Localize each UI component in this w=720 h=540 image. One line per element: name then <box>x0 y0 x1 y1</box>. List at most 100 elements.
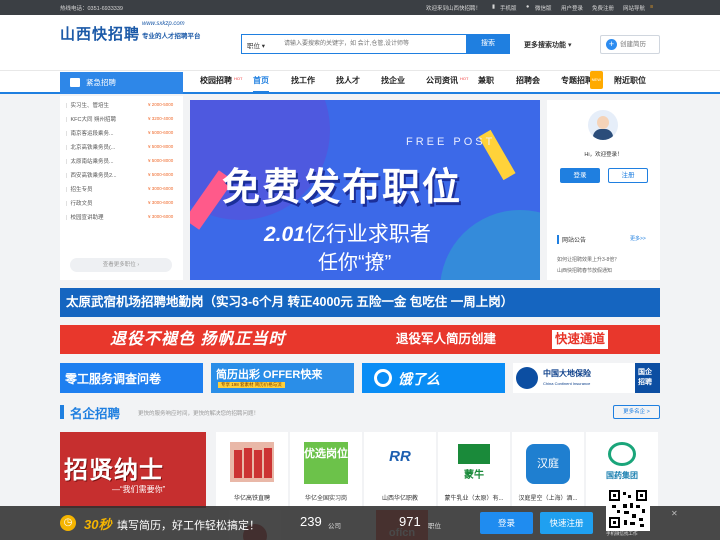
more-jobs-button[interactable]: 查看更多职位 › <box>70 258 172 272</box>
nav-nearby[interactable]: 附近职位 <box>614 72 646 93</box>
job-salary: ¥ 3000-6000 <box>148 214 174 219</box>
bottom-login-button[interactable]: 登录 <box>480 512 533 534</box>
ad-survey[interactable]: 零工服务调查问卷 <box>60 363 203 393</box>
nav-find-job[interactable]: 找工作 <box>291 72 315 93</box>
section-subtitle: 更快的服务响应时间，更快的解决您的招聘问题！ <box>138 411 260 417</box>
search-type-select[interactable]: 职位 ▾ <box>247 40 265 50</box>
login-link[interactable]: 用户登录 <box>561 4 583 12</box>
close-icon[interactable]: ✕ <box>671 509 678 518</box>
company-card[interactable]: RR 山西华亿职教 <box>364 432 436 508</box>
bullet-icon: | <box>66 215 68 221</box>
notice-more-link[interactable]: 更多>> <box>630 235 646 242</box>
panel-login-button[interactable]: 登录 <box>560 168 600 183</box>
menu-icon: ≡ <box>650 4 654 10</box>
job-title: KFC大同 朔州招聘 <box>70 117 116 123</box>
famous-companies-header: 名企招聘 更快的服务响应时间，更快的解决您的招聘问题！ 更多名企 > <box>60 402 660 426</box>
company-name: 华亿高铁直聘 <box>233 496 270 502</box>
nav-news[interactable]: 公司资讯 HOT <box>426 72 468 93</box>
mobile-icon: ▮ <box>492 4 496 10</box>
more-companies-button[interactable]: 更多名企 > <box>613 405 660 419</box>
bottom-register-button[interactable]: 快速注册 <box>540 512 593 534</box>
nav-home[interactable]: 首页 <box>253 72 269 93</box>
prompt-text: 填写简历，好工作轻松搞定！ <box>117 520 260 532</box>
veteran-highlight: 快速通道 <box>552 330 609 349</box>
logo-url: www.sxkzp.com <box>142 21 185 27</box>
job-salary: ¥ 5000-6000 <box>148 130 174 135</box>
panel-register-button[interactable]: 注册 <box>608 168 648 183</box>
company-name: 山西华亿职教 <box>381 496 418 502</box>
search-button[interactable]: 搜索 <box>466 34 510 54</box>
welcome-text: 欢迎来到山西快招聘！ <box>426 6 482 12</box>
banner-en: FREE POST <box>406 136 496 148</box>
company-name: 华亿全国实习岗 <box>304 496 347 502</box>
register-link[interactable]: 免费注册 <box>592 4 614 12</box>
hero-banner[interactable]: FREE POST 免费发布职位 2.01亿行业求职者 任你“撩” <box>190 100 540 280</box>
eleme-logo-icon <box>374 369 392 387</box>
notice-item[interactable]: 山西快招聘春节放假通知 <box>557 267 612 274</box>
nav-jobfair[interactable]: 招聘会 <box>516 72 540 93</box>
notice-title: 网站公告 <box>557 235 586 244</box>
job-list-item[interactable]: | 招生专员 <box>66 185 92 193</box>
job-list-item[interactable]: | 北京高铁乘务员(... <box>66 143 115 151</box>
bullet-icon: | <box>66 103 68 109</box>
wechat-link[interactable]: 微信版 <box>535 4 552 12</box>
company-card[interactable]: 汉庭 汉庭星空（上海）酒... <box>512 432 584 508</box>
company-card[interactable]: 华亿高铁直聘 <box>216 432 288 508</box>
job-list-item[interactable]: | 南京客运段乘务... <box>66 129 114 137</box>
notice-item[interactable]: 如何让招聘效果上升3-8倍？ <box>557 256 619 263</box>
company-name: 蒙牛乳业（太原）有... <box>444 496 504 502</box>
nav-parttime[interactable]: 兼职 <box>478 72 494 93</box>
ad-insurance[interactable]: 中国大地保险 China Continent Insurance 国企招聘 <box>513 363 660 393</box>
job-salary: ¥ 5000-8000 <box>148 144 174 149</box>
recruit-poster[interactable]: 招贤纳士 —“我们需要你” <box>60 432 206 508</box>
avatar <box>588 110 618 140</box>
ad-eleme[interactable]: 饿了么 <box>362 363 505 393</box>
company-card[interactable]: 蒙牛 蒙牛乳业（太原）有... <box>438 432 510 508</box>
company-card[interactable]: 优选岗位 华亿全国实习岗 <box>290 432 362 508</box>
search-input[interactable] <box>284 36 462 52</box>
briefcase-icon <box>70 78 80 87</box>
job-list-item[interactable]: | 太原南站乘务员... <box>66 157 114 165</box>
job-title: 西安高铁乘务员2... <box>70 173 117 179</box>
nav-find-company[interactable]: 找企业 <box>381 72 405 93</box>
create-resume-button[interactable]: + 创建简历 <box>600 35 660 54</box>
company-name: 汉庭星空（上海）酒... <box>518 496 578 502</box>
bullet-icon: | <box>66 131 68 137</box>
hotline: 热线电话：0351-6933339 <box>60 6 123 12</box>
job-list-item[interactable]: | 西安高铁乘务员2... <box>66 171 117 179</box>
nav-find-talent[interactable]: 找人才 <box>336 72 360 93</box>
logo-slogan: 专业的人才招聘平台 <box>142 33 201 40</box>
job-list-item[interactable]: | 校园宣讲助理 <box>66 213 103 221</box>
job-salary: ¥ 5000-8000 <box>148 158 174 163</box>
top-bar: 热线电话：0351-6933339 欢迎来到山西快招聘！ ▮ 手机版 ● 微信版… <box>0 0 720 15</box>
job-count-label: 职位 <box>428 523 441 530</box>
airport-recruit-banner[interactable]: 太原武宿机场招聘地勤岗（实习3-6个月 转正4000元 五险一金 包吃住 一周上… <box>60 288 660 317</box>
job-salary: ¥ 3200-4000 <box>148 116 174 121</box>
job-salary: ¥ 5000-6000 <box>148 172 174 177</box>
job-list-item[interactable]: | 行政文员 <box>66 199 92 207</box>
poster-sub: —“我们需要你” <box>112 485 166 494</box>
poster-text: 招贤纳士 <box>64 457 164 484</box>
veteran-slogan: 退役不褪色 扬帆正当时 <box>110 331 286 348</box>
section-title: 名企招聘 <box>70 407 121 421</box>
site-nav-link[interactable]: 网站导航 <box>623 4 645 12</box>
logo[interactable]: 山西快招聘 <box>60 23 140 44</box>
job-list-item[interactable]: | 实习生、管培生 <box>66 101 109 109</box>
prompt-seconds: 30秒 <box>84 517 112 532</box>
bullet-icon: | <box>66 145 68 151</box>
veteran-banner[interactable]: 退役不褪色 扬帆正当时 退役军人简历创建 快速通道 <box>60 325 660 354</box>
job-title: 招生专员 <box>70 187 93 193</box>
job-title: 校园宣讲助理 <box>70 215 104 221</box>
job-list-item[interactable]: | KFC大同 朔州招聘 <box>66 115 116 123</box>
ad-resume[interactable]: 简历出彩 OFFER快来 专享 198 套素材 简历价格与流 <box>211 363 354 393</box>
nav-campus[interactable]: 校园招聘 HOT <box>200 72 242 93</box>
nav-special[interactable]: 专题招聘 NEW <box>561 71 603 93</box>
company-count: 239 <box>300 514 322 529</box>
urgent-jobs-header: 紧急招聘 <box>60 72 183 94</box>
more-search-link[interactable]: 更多搜索功能 ▾ <box>524 40 571 50</box>
job-title: 行政文员 <box>70 201 93 207</box>
banner-deco <box>440 210 540 280</box>
mobile-link[interactable]: 手机版 <box>500 4 517 12</box>
job-count: 971 <box>399 514 421 529</box>
banner-headline: 免费发布职位 <box>222 167 463 209</box>
